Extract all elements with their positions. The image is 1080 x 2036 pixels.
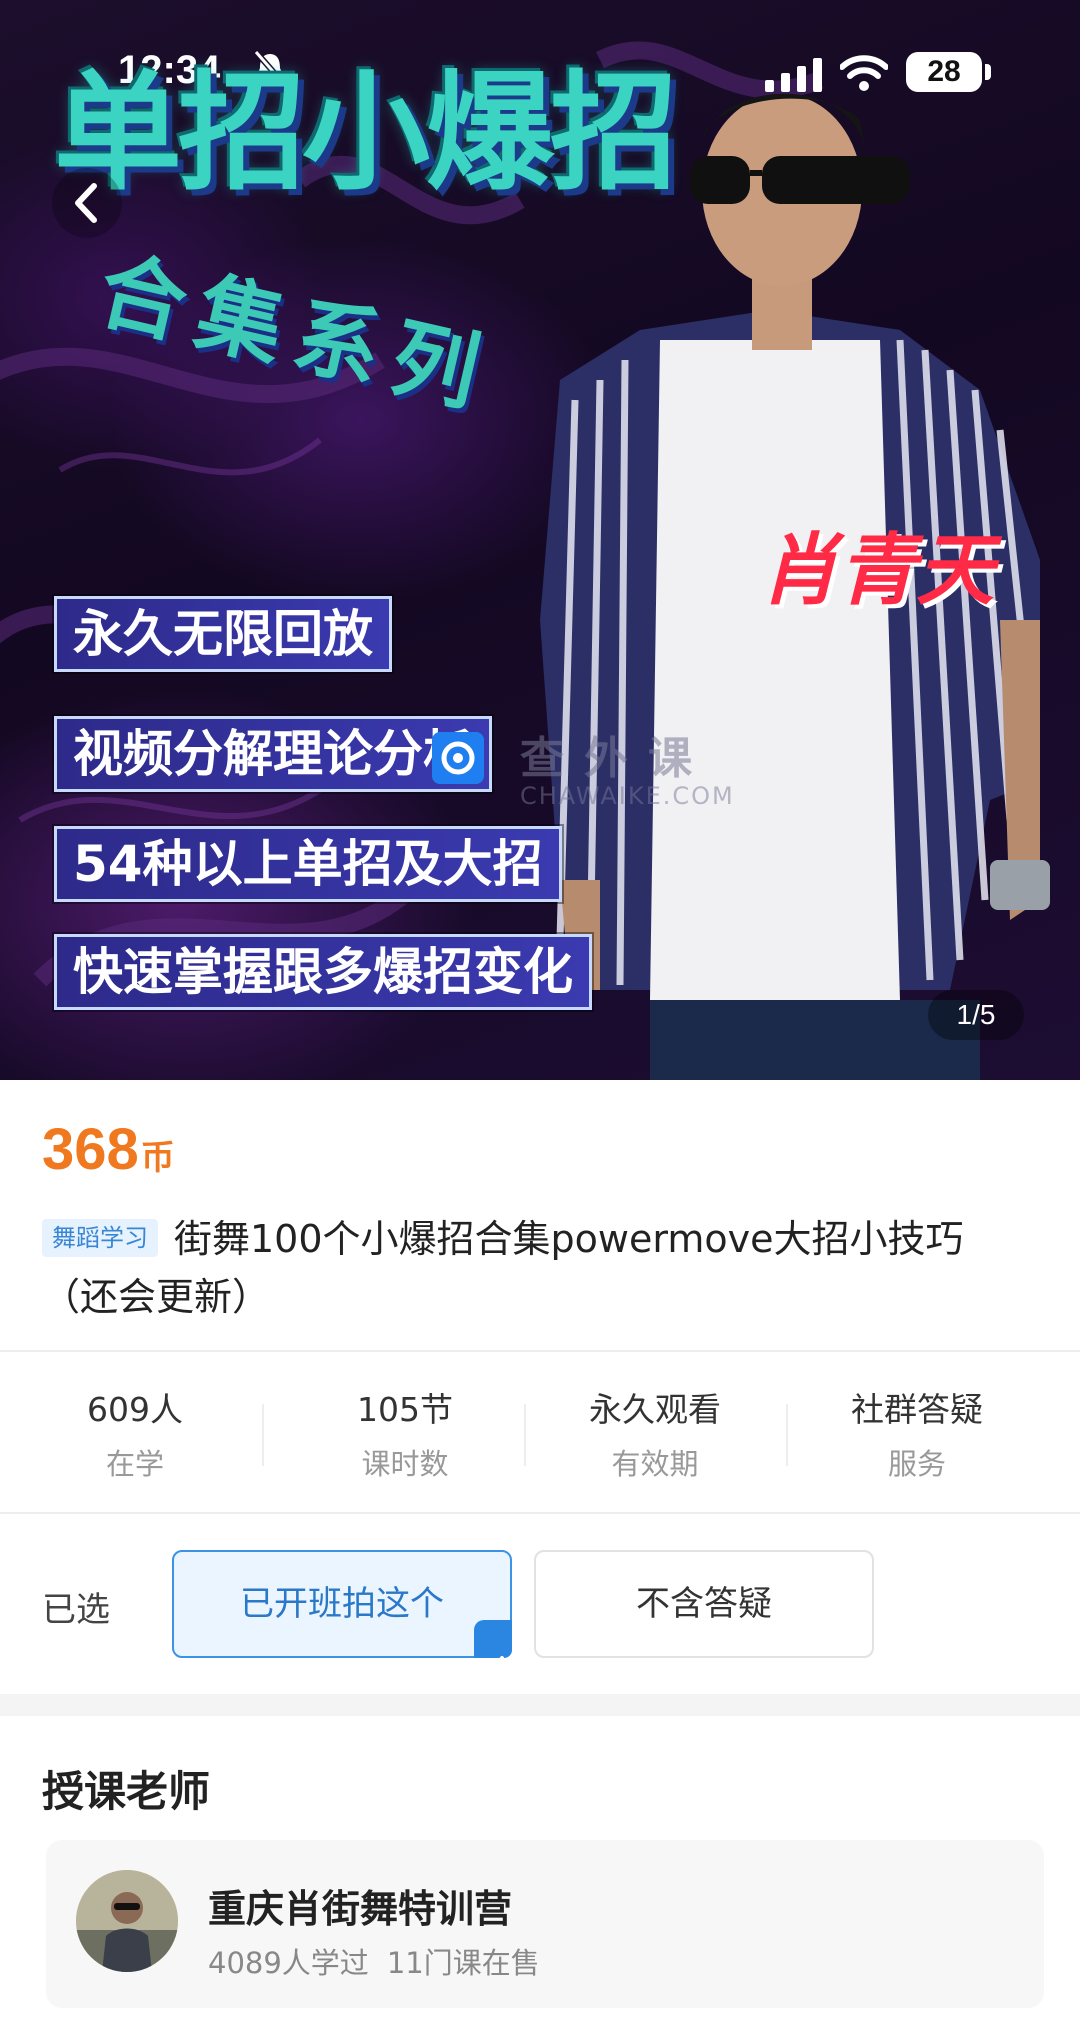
teacher-meta: 4089人学过 11门课在售	[208, 1940, 540, 1982]
stat-label: 在学	[105, 1447, 164, 1481]
watermark-subtext: CHAWAIKE.COM	[520, 782, 735, 810]
stat-label: 课时数	[361, 1447, 449, 1481]
watermark-logo-icon	[432, 732, 484, 784]
teacher-name: 重庆肖街舞特训营	[208, 1887, 513, 1931]
stat-value: 永久观看	[589, 1390, 721, 1429]
stat-lessons: 105节 课时数	[270, 1352, 540, 1484]
option-label: 已开班拍这个	[240, 1584, 444, 1624]
price: 368币	[42, 1116, 175, 1183]
battery-indicator: 28	[906, 52, 982, 92]
price-unit: 币	[140, 1138, 175, 1178]
instructor-name-banner: 肖青天	[760, 526, 995, 616]
option-label: 不含答疑	[636, 1584, 772, 1624]
teacher-section-title: 授课老师	[42, 1767, 211, 1816]
teacher-courses: 11门课在售	[386, 1946, 540, 1980]
stat-service: 社群答疑 服务	[782, 1352, 1052, 1484]
course-title-text: 街舞100个小爆招合集powermove大招小技巧（还会更新）	[42, 1217, 964, 1319]
feature-label: 视频分解理论分析	[54, 716, 492, 792]
category-tag: 舞蹈学习	[42, 1219, 158, 1257]
stat-value: 社群答疑	[851, 1390, 983, 1429]
back-icon	[75, 183, 97, 223]
banner-title: 单招小爆招	[54, 59, 678, 208]
course-cover-banner[interactable]: 12:34 28 单招小爆招 合集系列 肖青天 永久无限回放 视频分解理论分析 …	[0, 0, 1080, 1080]
course-stats: 609人 在学 105节 课时数 永久观看 有效期 社群答疑 服务	[0, 1352, 1080, 1512]
signal-icon	[765, 58, 822, 92]
course-title: 舞蹈学习 街舞100个小爆招合集powermove大招小技巧（还会更新）	[42, 1210, 1032, 1326]
section-separator	[0, 1694, 1080, 1716]
battery-tip	[985, 64, 991, 80]
stat-learners: 609人 在学	[0, 1352, 270, 1484]
price-value: 368	[42, 1117, 139, 1182]
teacher-learners: 4089人学过	[208, 1946, 369, 1980]
divider	[0, 1512, 1080, 1514]
watermark-text: 查外课	[520, 733, 712, 784]
stat-label: 服务	[887, 1447, 946, 1481]
back-button[interactable]	[52, 168, 122, 238]
option-with-class[interactable]: 已开班拍这个	[172, 1550, 512, 1673]
teacher-card[interactable]: 重庆肖街舞特训营 4089人学过 11门课在售	[46, 1840, 1044, 2008]
feature-label: 永久无限回放	[54, 596, 392, 672]
feature-label: 54种以上单招及大招	[54, 826, 562, 902]
stat-label: 有效期	[611, 1447, 699, 1481]
stat-value: 105节	[357, 1390, 453, 1429]
stat-separator	[262, 1404, 264, 1466]
feature-label: 快速掌握跟多爆招变化	[54, 934, 592, 1010]
selected-label: 已选	[42, 1590, 110, 1630]
image-page-indicator: 1/5	[928, 990, 1024, 1040]
option-no-qa[interactable]: 不含答疑	[534, 1550, 874, 1658]
stat-validity: 永久观看 有效期	[520, 1352, 790, 1484]
wifi-icon	[840, 55, 888, 91]
avatar	[76, 1870, 178, 1972]
stat-value: 609人	[87, 1390, 183, 1429]
checkmark-icon	[474, 1620, 512, 1673]
